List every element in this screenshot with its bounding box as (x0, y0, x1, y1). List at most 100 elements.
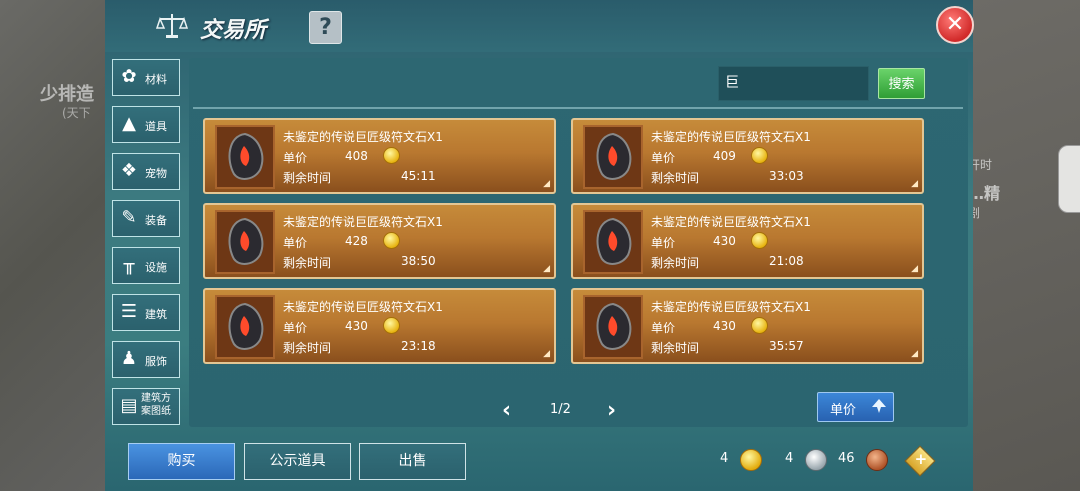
brick-icon: ☰ (120, 301, 138, 322)
flask-icon: ▲ (122, 113, 136, 134)
corner-mark-icon: ◢ (911, 179, 918, 189)
remaining-time: 38:50 (401, 254, 436, 268)
listing-card[interactable]: 未鉴定的传说巨匠级符文石X1 单价 430 剩余时间 35:57 ◢ (571, 288, 924, 364)
corner-mark-icon: ◢ (543, 349, 550, 359)
remaining-time: 21:08 (769, 254, 804, 268)
time-label: 剩余时间 (283, 341, 332, 355)
corner-mark-icon: ◢ (911, 349, 918, 359)
time-label: 剩余时间 (651, 171, 700, 185)
category-materials[interactable]: ✿ 材料 (112, 59, 180, 96)
sort-label: 单价 (830, 403, 857, 418)
rune-stone-icon (583, 125, 643, 189)
remaining-time: 35:57 (769, 339, 804, 353)
search-button[interactable]: 搜索 (878, 68, 925, 99)
gold-coin-icon (383, 317, 400, 334)
item-price: 428 (345, 234, 368, 248)
item-price: 409 (713, 149, 736, 163)
buy-button[interactable]: 购买 (128, 443, 235, 480)
table-icon: ╥ (123, 254, 135, 275)
rune-stone-icon (215, 125, 275, 189)
category-label: 装备 (145, 214, 167, 227)
divider (193, 107, 963, 109)
close-button[interactable]: ✕ (936, 6, 974, 44)
listing-card[interactable]: 未鉴定的传说巨匠级符文石X1 单价 428 剩余时间 38:50 ◢ (203, 203, 556, 279)
rune-stone-icon (215, 295, 275, 359)
remaining-time: 45:11 (401, 169, 436, 183)
search-input[interactable]: 巨 (718, 66, 869, 101)
time-label: 剩余时间 (651, 341, 700, 355)
price-label: 单价 (651, 321, 676, 335)
sort-arrow-icon (870, 397, 888, 415)
item-price: 430 (345, 319, 368, 333)
plus-icon: + (914, 450, 928, 469)
category-label: 建筑 (145, 308, 167, 321)
category-blueprints[interactable]: ▤ 建筑方 案图纸 (112, 388, 180, 425)
time-label: 剩余时间 (651, 256, 700, 270)
background-npc-name: 少排造 (40, 84, 94, 105)
price-label: 单价 (283, 321, 308, 335)
silver-amount: 4 (785, 451, 794, 466)
bronze-coin-icon (866, 449, 888, 471)
clothes-icon: ♟ (120, 348, 138, 369)
price-label: 单价 (651, 236, 676, 250)
listing-card[interactable]: 未鉴定的传说巨匠级符文石X1 单价 409 剩余时间 33:03 ◢ (571, 118, 924, 194)
category-label: 建筑方 案图纸 (141, 393, 171, 417)
gold-coin-icon (751, 232, 768, 249)
page-title: 交易所 (200, 18, 267, 43)
blueprint-icon: ▤ (120, 395, 138, 416)
item-name: 未鉴定的传说巨匠级符文石X1 (283, 300, 443, 314)
category-buildings[interactable]: ☰ 建筑 (112, 294, 180, 331)
background-right (972, 0, 1080, 491)
item-name: 未鉴定的传说巨匠级符文石X1 (283, 215, 443, 229)
price-label: 单价 (651, 151, 676, 165)
remaining-time: 33:03 (769, 169, 804, 183)
category-label: 道具 (145, 120, 167, 133)
item-price: 430 (713, 234, 736, 248)
sell-button[interactable]: 出售 (359, 443, 466, 480)
listing-card[interactable]: 未鉴定的传说巨匠级符文石X1 单价 430 剩余时间 21:08 ◢ (571, 203, 924, 279)
category-clothing[interactable]: ♟ 服饰 (112, 341, 180, 378)
price-label: 单价 (283, 236, 308, 250)
category-pets[interactable]: ❖ 宠物 (112, 153, 180, 190)
category-facilities[interactable]: ╥ 设施 (112, 247, 180, 284)
public-items-button[interactable]: 公示道具 (244, 443, 351, 480)
listing-card[interactable]: 未鉴定的传说巨匠级符文石X1 单价 430 剩余时间 23:18 ◢ (203, 288, 556, 364)
rune-stone-icon (583, 295, 643, 359)
paw-icon: ❖ (120, 160, 138, 181)
category-label: 服饰 (145, 355, 167, 368)
item-name: 未鉴定的传说巨匠级符文石X1 (651, 215, 811, 229)
category-items[interactable]: ▲ 道具 (112, 106, 180, 143)
category-equipment[interactable]: ✎ 装备 (112, 200, 180, 237)
gold-coin-icon (740, 449, 762, 471)
category-label: 宠物 (145, 167, 167, 180)
item-name: 未鉴定的传说巨匠级符文石X1 (283, 130, 443, 144)
rune-stone-icon (583, 210, 643, 274)
time-label: 剩余时间 (283, 171, 332, 185)
corner-mark-icon: ◢ (543, 179, 550, 189)
item-name: 未鉴定的传说巨匠级符文石X1 (651, 300, 811, 314)
side-menu-tab[interactable] (1058, 145, 1080, 213)
rune-stone-icon (215, 210, 275, 274)
price-label: 单价 (283, 151, 308, 165)
help-button[interactable]: ? (309, 11, 342, 44)
sort-by-price-button[interactable]: 单价 (817, 392, 894, 422)
background-npc-title: (天下 (62, 106, 91, 120)
corner-mark-icon: ◢ (543, 264, 550, 274)
page-indicator: 1/2 (550, 402, 571, 417)
corner-mark-icon: ◢ (911, 264, 918, 274)
bronze-amount: 46 (838, 451, 855, 466)
item-name: 未鉴定的传说巨匠级符文石X1 (651, 130, 811, 144)
gold-coin-icon (751, 317, 768, 334)
flower-icon: ✿ (121, 66, 137, 87)
sword-icon: ✎ (121, 207, 137, 228)
prev-page-button[interactable]: ‹ (502, 398, 511, 423)
item-price: 430 (713, 319, 736, 333)
background-left (0, 0, 108, 491)
gold-coin-icon (383, 147, 400, 164)
listing-card[interactable]: 未鉴定的传说巨匠级符文石X1 单价 408 剩余时间 45:11 ◢ (203, 118, 556, 194)
gold-coin-icon (383, 232, 400, 249)
next-page-button[interactable]: › (607, 398, 616, 423)
silver-coin-icon (805, 449, 827, 471)
gold-amount: 4 (720, 451, 729, 466)
scales-icon (155, 10, 189, 40)
